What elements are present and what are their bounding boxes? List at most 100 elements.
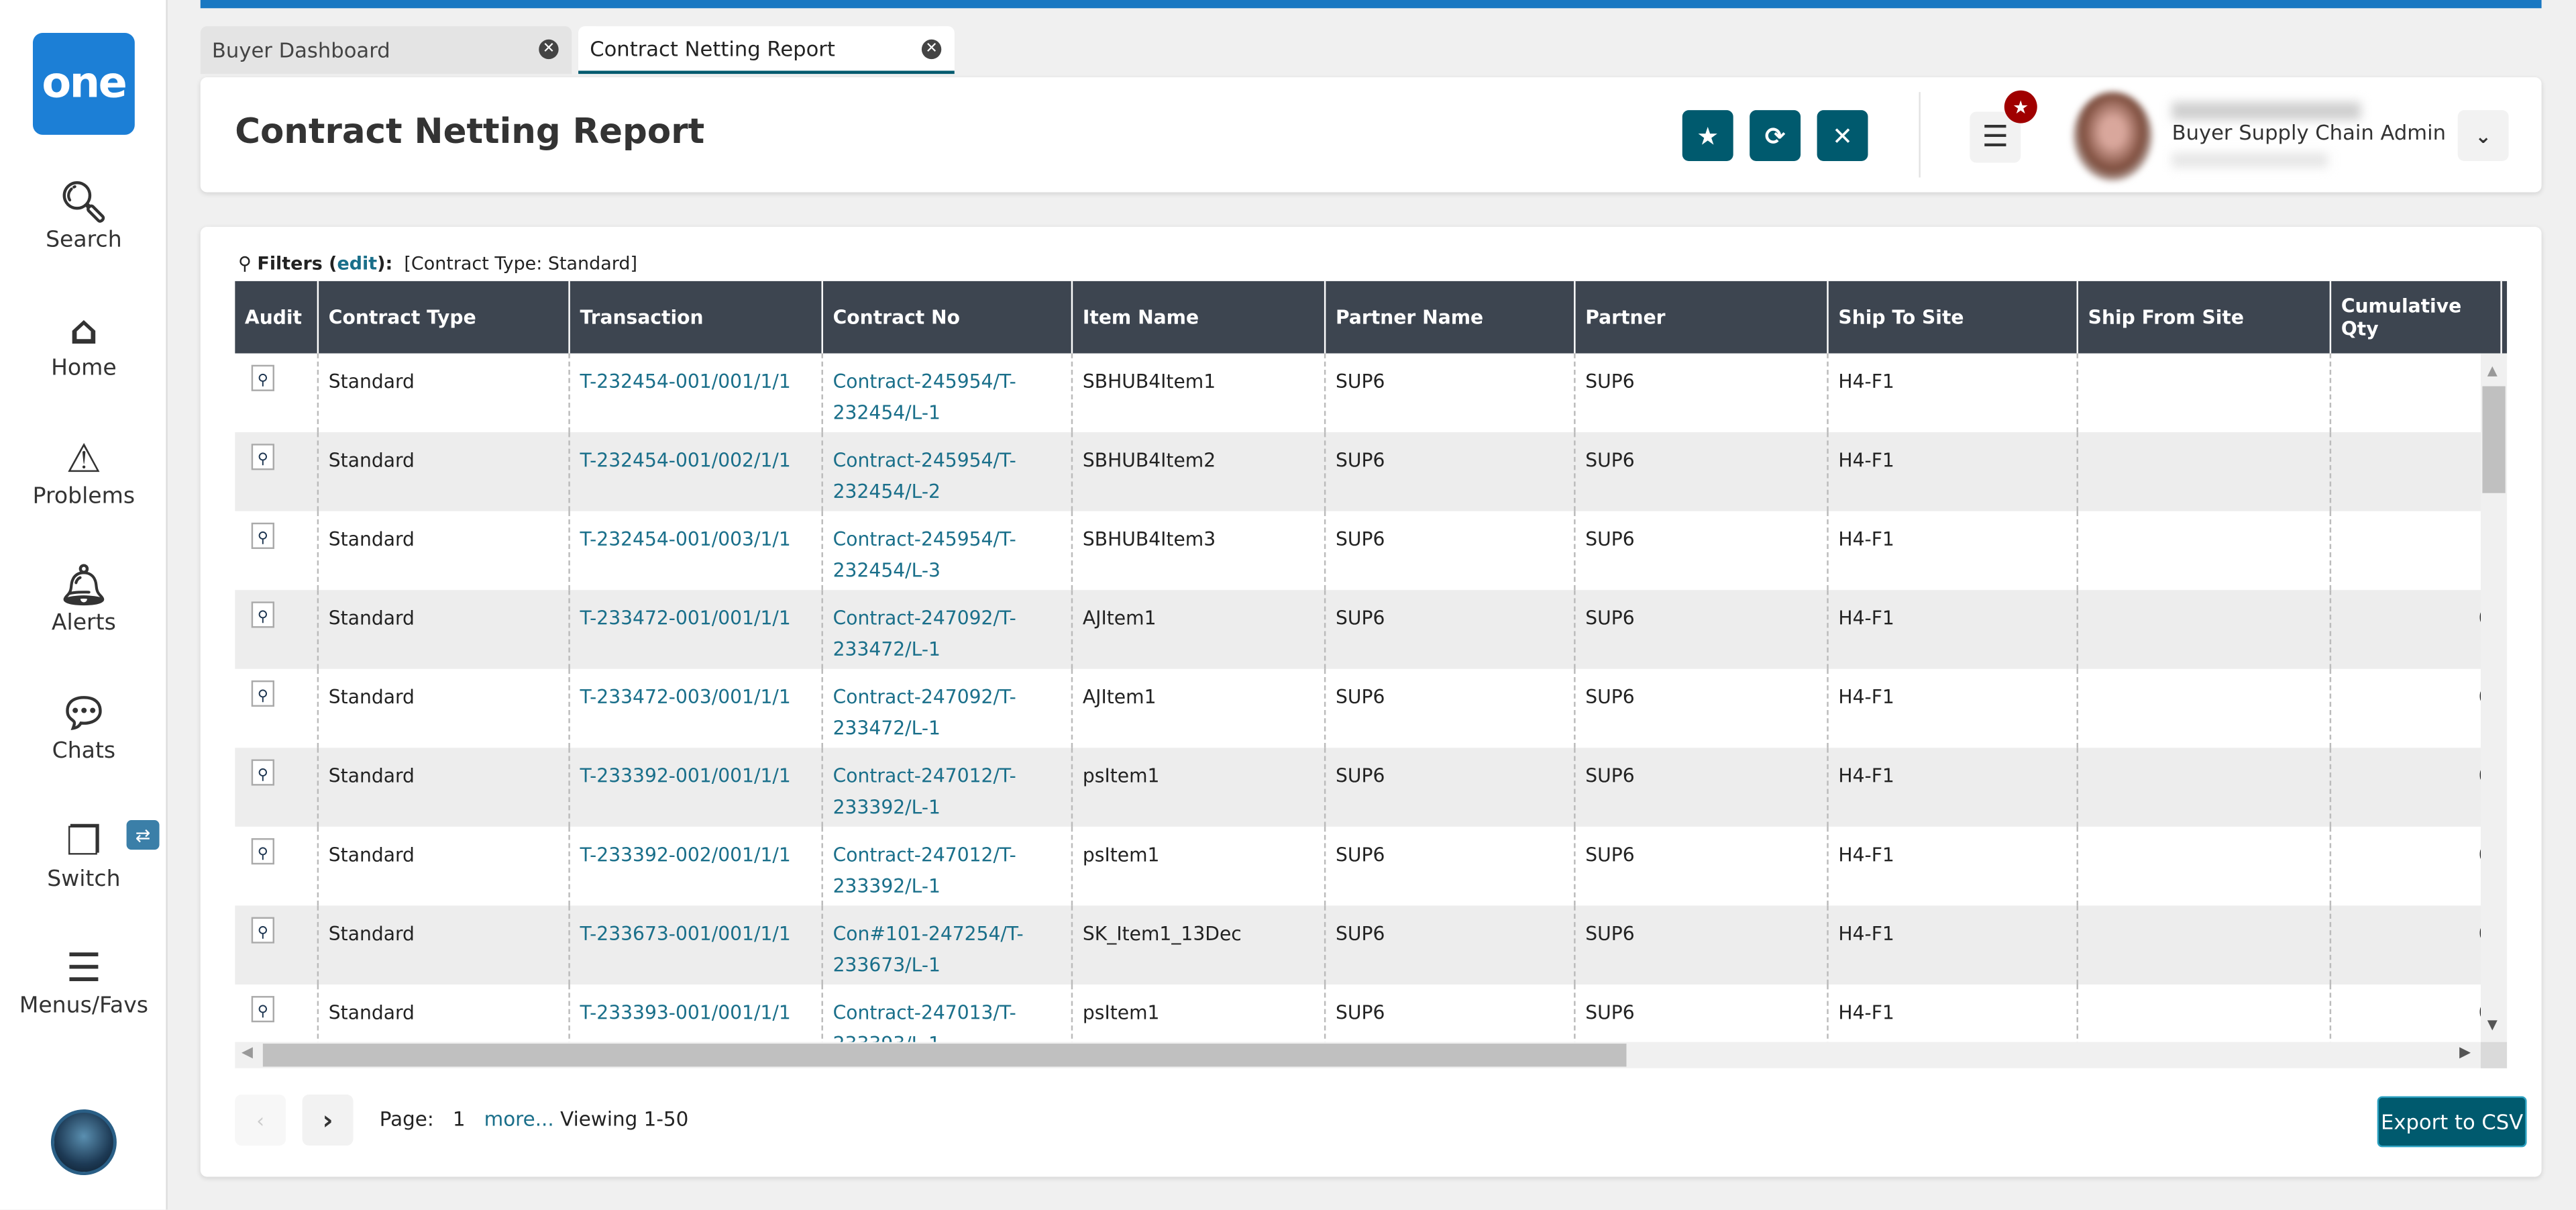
cell-partner: SUP6 xyxy=(1574,353,1827,433)
audit-icon[interactable]: ⚲ xyxy=(251,364,274,391)
sidebar-item-chats[interactable]: 💬︎ Chats xyxy=(0,689,168,764)
cell-transaction[interactable]: T-233392-002/001/1/1 xyxy=(568,826,821,906)
audit-icon[interactable]: ⚲ xyxy=(251,601,274,628)
audit-icon[interactable]: ⚲ xyxy=(251,680,274,707)
profile-photo[interactable] xyxy=(2073,92,2153,181)
table-row[interactable]: ⚲ Standard T-233392-001/001/1/1 Contract-24… xyxy=(235,748,2491,827)
audit-icon[interactable]: ⚲ xyxy=(251,444,274,470)
switch-badge-icon[interactable]: ⇄ xyxy=(126,820,160,850)
table-row[interactable]: ⚲ Standard T-233472-003/001/1/1 Contract-24… xyxy=(235,668,2491,748)
sidebar-item-search[interactable]: 🔍︎ Search xyxy=(0,177,168,253)
favorite-button[interactable]: ★ xyxy=(1682,110,1733,162)
tab-label: Contract Netting Report xyxy=(590,36,835,61)
next-page-button[interactable]: › xyxy=(302,1095,354,1146)
column-header-item-name[interactable]: Item Name xyxy=(1071,281,1324,354)
cell-contract-type: Standard xyxy=(317,432,569,511)
sidebar-item-alerts[interactable]: 🔔︎ Alerts xyxy=(0,560,168,636)
table-row[interactable]: ⚲ Standard T-233392-002/001/1/1 Contract-24… xyxy=(235,826,2491,906)
cell-contract-type: Standard xyxy=(317,668,569,748)
table-row[interactable]: ⚲ Standard T-233673-001/001/1/1 Con#101-247… xyxy=(235,905,2491,985)
cell-item-name: SBHUB4Item3 xyxy=(1071,511,1324,591)
scroll-up-icon[interactable]: ▲ xyxy=(2487,363,2498,378)
column-header-partner-name[interactable]: Partner Name xyxy=(1324,281,1574,354)
cell-audit: ⚲ xyxy=(235,354,317,433)
cell-contract-no[interactable]: Contract-245954/T-232454/L-3 xyxy=(821,511,1071,591)
cell-contract-no[interactable]: Contract-247012/T-233392/L-1 xyxy=(821,826,1071,906)
audit-icon[interactable]: ⚲ xyxy=(251,759,274,786)
column-header-partner[interactable]: Partner xyxy=(1574,281,1827,354)
more-pages-link[interactable]: more... xyxy=(484,1108,554,1131)
close-tab-icon[interactable]: ✕ xyxy=(921,39,942,60)
sidebar-item-label: Switch xyxy=(47,866,121,893)
app-logo[interactable]: one xyxy=(32,32,135,135)
column-header-ship-to-site[interactable]: Ship To Site xyxy=(1827,281,2076,354)
scroll-down-icon[interactable]: ▼ xyxy=(2487,1017,2498,1032)
table-row[interactable]: ⚲ Standard T-233472-001/001/1/1 Contract-24… xyxy=(235,590,2491,669)
sidebar-item-menus-favs[interactable]: ☰ Menus/Favs xyxy=(0,944,168,1019)
column-header-cut-off[interactable] xyxy=(2500,281,2507,354)
cell-ship-from-site xyxy=(2076,668,2330,748)
column-header-audit[interactable]: Audit xyxy=(235,281,317,354)
cell-transaction[interactable]: T-232454-001/003/1/1 xyxy=(568,511,821,591)
cell-transaction[interactable]: T-232454-001/002/1/1 xyxy=(568,432,821,511)
export-csv-button[interactable]: Export to CSV xyxy=(2377,1096,2527,1148)
cell-cumulative-qty xyxy=(2329,432,2501,511)
cell-cumulative-qty: 0 xyxy=(2329,748,2501,827)
cell-contract-no[interactable]: Contract-247092/T-233472/L-1 xyxy=(821,590,1071,669)
edit-filters-link[interactable]: edit xyxy=(337,253,377,274)
close-tab-icon[interactable]: ✕ xyxy=(539,39,559,60)
favorites-badge-star-icon[interactable]: ★ xyxy=(2004,90,2037,123)
cell-ship-to-site: H4-F1 xyxy=(1827,905,2076,985)
divider xyxy=(1919,92,1921,178)
cell-contract-no[interactable]: Contract-245954/T-232454/L-2 xyxy=(821,432,1071,511)
cell-contract-no[interactable]: Contract-245954/T-232454/L-1 xyxy=(821,353,1071,433)
column-header-transaction[interactable]: Transaction xyxy=(568,281,821,354)
table-row[interactable]: ⚲ Standard T-232454-001/002/1/1 Contract-24… xyxy=(235,432,2481,511)
tab-buyer-dashboard[interactable]: Buyer Dashboard ✕ xyxy=(200,26,572,74)
cell-contract-no[interactable]: Con#101-247254/T-233673/L-1 xyxy=(821,905,1071,985)
cell-transaction[interactable]: T-233472-003/001/1/1 xyxy=(568,668,821,748)
refresh-button[interactable]: ⟳ xyxy=(1750,110,1801,162)
scroll-right-icon[interactable]: ▶ xyxy=(2459,1046,2471,1062)
cell-transaction[interactable]: T-233472-001/001/1/1 xyxy=(568,590,821,669)
cell-partner-name: SUP6 xyxy=(1324,432,1574,511)
column-header-cumulative-qty[interactable]: Cumulative Qty xyxy=(2329,281,2501,354)
audit-icon[interactable]: ⚲ xyxy=(251,996,274,1023)
cell-ship-from-site xyxy=(2076,826,2330,906)
audit-icon[interactable]: ⚲ xyxy=(251,917,274,944)
vertical-scroll-thumb[interactable] xyxy=(2482,386,2506,493)
horizontal-scroll-thumb[interactable] xyxy=(262,1044,1627,1067)
tab-contract-netting-report[interactable]: Contract Netting Report ✕ xyxy=(578,26,955,74)
user-avatar[interactable] xyxy=(50,1109,117,1176)
cell-contract-no[interactable]: Contract-247012/T-233392/L-1 xyxy=(821,748,1071,827)
scroll-left-icon[interactable]: ◀ xyxy=(241,1046,253,1062)
user-menu-dropdown[interactable]: ⌄ xyxy=(2457,110,2509,162)
horizontal-scrollbar[interactable]: ◀ ▶ xyxy=(235,1042,2508,1068)
prev-page-button[interactable]: ‹ xyxy=(235,1095,286,1146)
column-header-contract-no[interactable]: Contract No xyxy=(821,281,1071,354)
cell-contract-type: Standard xyxy=(317,353,569,433)
column-header-ship-from-site[interactable]: Ship From Site xyxy=(2076,281,2330,354)
cell-contract-type: Standard xyxy=(317,590,569,669)
cell-transaction[interactable]: T-232454-001/001/1/1 xyxy=(568,353,821,433)
vertical-scrollbar[interactable]: ▲ ▼ xyxy=(2480,353,2508,1042)
sidebar-item-home[interactable]: ⌂ Home xyxy=(0,306,168,381)
cell-contract-no[interactable]: Contract-247092/T-233472/L-1 xyxy=(821,668,1071,748)
table-row[interactable]: ⚲ Standard T-232454-001/001/1/1 Contract-24… xyxy=(235,353,2481,433)
cell-transaction[interactable]: T-233392-001/001/1/1 xyxy=(568,748,821,827)
warning-icon: ⚠ xyxy=(66,435,102,482)
chevron-right-icon: › xyxy=(322,1104,333,1136)
cell-partner: SUP6 xyxy=(1574,748,1827,827)
audit-icon[interactable]: ⚲ xyxy=(251,838,274,865)
audit-icon[interactable]: ⚲ xyxy=(251,522,274,549)
cell-contract-type: Standard xyxy=(317,748,569,827)
sidebar-item-label: Problems xyxy=(32,483,136,510)
user-role: Buyer Supply Chain Admin xyxy=(2171,119,2447,145)
cell-partner-name: SUP6 xyxy=(1324,590,1574,669)
cell-transaction[interactable]: T-233673-001/001/1/1 xyxy=(568,905,821,985)
column-header-contract-type[interactable]: Contract Type xyxy=(317,281,569,354)
table-row[interactable]: ⚲ Standard T-232454-001/003/1/1 Contract-24… xyxy=(235,511,2481,591)
cell-ship-to-site: H4-F1 xyxy=(1827,590,2076,669)
close-button[interactable]: ✕ xyxy=(1817,110,1868,162)
sidebar-item-problems[interactable]: ⚠ Problems xyxy=(0,434,168,510)
